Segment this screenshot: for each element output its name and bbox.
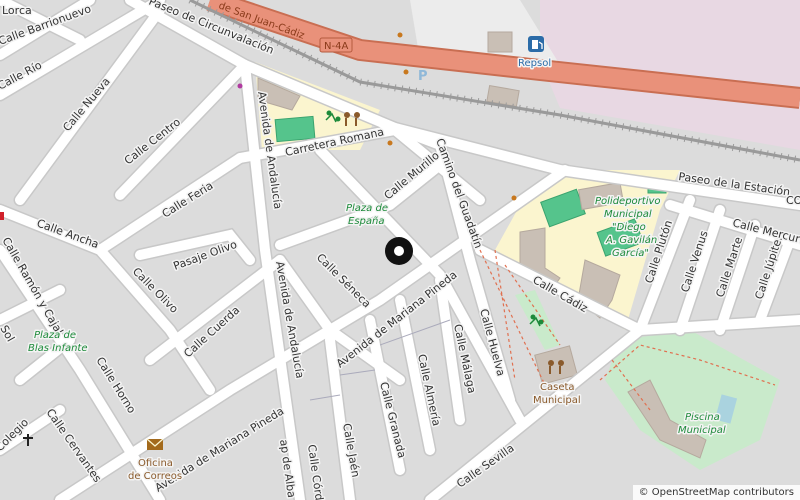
label-caseta-2: Municipal: [533, 395, 581, 406]
label-calle-seneca: Calle Séneca: [314, 251, 373, 310]
poi-dot[interactable]: [403, 69, 409, 75]
label-n4a: N-4A: [324, 41, 348, 52]
poi-dot[interactable]: [387, 140, 393, 146]
map-canvas: Lorca Calle Barrionuevo Calle Río Calle …: [0, 0, 800, 500]
label-correos-2: de Correos: [128, 471, 182, 482]
label-calle-nueva: Calle Nueva: [60, 75, 112, 134]
label-correos-1: Oficina: [138, 458, 173, 469]
label-plaza-blas-1: Plaza de: [34, 330, 76, 341]
label-poli-5: García": [612, 247, 649, 259]
label-piscina-2: Municipal: [678, 425, 726, 436]
label-paseo-estacion-co: CO: [786, 194, 800, 207]
label-poli-1: Polideportivo: [595, 196, 661, 207]
poi-dot[interactable]: [511, 195, 517, 201]
label-calle-lorca: Lorca: [2, 4, 32, 17]
poi-dot[interactable]: [237, 83, 243, 89]
label-repsol: Repsol: [518, 58, 551, 69]
label-sol: Sol: [0, 323, 17, 344]
label-calle-cervantes: Calle Cervantes: [44, 406, 105, 485]
label-caseta-1: Caseta: [540, 382, 575, 393]
label-calle-cordoba: Calle Córdo: [305, 444, 327, 500]
map-view[interactable]: Lorca Calle Barrionuevo Calle Río Calle …: [0, 0, 800, 500]
post-office-icon[interactable]: [146, 438, 164, 450]
label-poli-4: A. Gavilán: [605, 234, 657, 246]
label-plaza-espana-1: Plaza de: [346, 203, 388, 214]
fuel-station-icon[interactable]: [528, 36, 544, 52]
red-marker[interactable]: [0, 212, 4, 220]
parking-icon[interactable]: P: [418, 69, 428, 84]
poi-dot[interactable]: [397, 32, 403, 38]
location-marker-icon[interactable]: [385, 237, 413, 265]
pitch-school: [274, 115, 316, 143]
label-plaza-espana-2: España: [348, 216, 384, 227]
label-poli-3: "Diego: [612, 222, 646, 233]
map-attribution[interactable]: © OpenStreetMap contributors: [632, 485, 800, 500]
label-poli-2: Municipal: [604, 209, 652, 220]
label-plaza-blas-2: Blas Infante: [28, 343, 88, 354]
label-piscina-1: Piscina: [685, 412, 720, 423]
